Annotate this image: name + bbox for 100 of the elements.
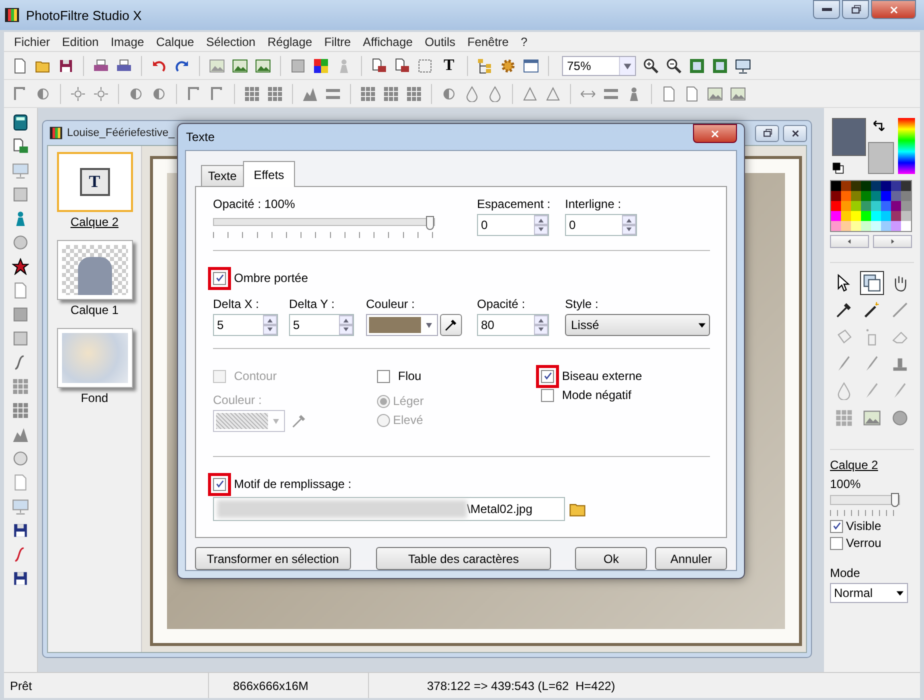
- square-icon[interactable]: [12, 186, 29, 203]
- picture-icon[interactable]: [255, 58, 271, 74]
- half-circle-icon[interactable]: [35, 86, 51, 102]
- tiles-icon[interactable]: [12, 402, 29, 419]
- opacity-slider[interactable]: [830, 495, 900, 505]
- transform-selection-button[interactable]: Transformer en sélection: [195, 547, 351, 570]
- picture-icon[interactable]: [863, 408, 881, 426]
- color-swatch[interactable]: [851, 221, 861, 231]
- corner-icon[interactable]: [12, 86, 28, 102]
- menu-item[interactable]: ?: [514, 34, 534, 48]
- tiles-icon[interactable]: [360, 86, 376, 102]
- color-swatch[interactable]: [861, 191, 871, 201]
- slider-thumb[interactable]: [426, 216, 434, 230]
- tab[interactable]: Effets: [242, 161, 296, 187]
- tiles-icon[interactable]: [244, 86, 260, 102]
- layer-name[interactable]: Fond: [80, 391, 108, 405]
- text-selection-tool-button[interactable]: [860, 270, 884, 294]
- picture-icon[interactable]: [707, 86, 723, 102]
- bevel-checkbox[interactable]: [541, 370, 554, 382]
- color-swatch[interactable]: [841, 221, 851, 231]
- zoom-in-icon[interactable]: [643, 58, 659, 74]
- layer-name[interactable]: Calque 1: [70, 303, 119, 317]
- color-grid-icon[interactable]: [313, 58, 329, 74]
- window-icon[interactable]: [523, 58, 539, 74]
- half-circle-icon[interactable]: [441, 86, 457, 102]
- background-color-swatch[interactable]: [868, 142, 894, 174]
- color-swatch[interactable]: [851, 201, 861, 211]
- frame-icon[interactable]: [712, 58, 728, 74]
- text-tool-button[interactable]: T: [440, 56, 458, 74]
- triangle-icon[interactable]: [545, 86, 561, 102]
- half-circle-icon[interactable]: [151, 86, 167, 102]
- histogram-icon[interactable]: [302, 86, 318, 102]
- pattern-path-field[interactable]: \Metal02.jpg: [213, 497, 565, 521]
- color-swatch[interactable]: [891, 201, 901, 211]
- menu-item[interactable]: Affichage: [356, 34, 419, 48]
- magic-wand-icon[interactable]: [863, 300, 881, 318]
- small-squares-icon[interactable]: [832, 162, 844, 174]
- color-swatch[interactable]: [871, 181, 881, 191]
- color-swatch[interactable]: [871, 201, 881, 211]
- document-icon[interactable]: [661, 86, 677, 102]
- gear-icon[interactable]: [500, 58, 516, 74]
- square-icon[interactable]: [290, 58, 306, 74]
- line-icon[interactable]: [891, 300, 909, 318]
- circle-icon[interactable]: [12, 450, 29, 467]
- layer-name[interactable]: Calque 2: [70, 215, 119, 229]
- menu-item[interactable]: Image: [104, 34, 150, 48]
- color-swatch[interactable]: [851, 181, 861, 191]
- tiles-icon[interactable]: [383, 86, 399, 102]
- document-icon[interactable]: [684, 86, 700, 102]
- layer-name[interactable]: Calque 2: [830, 449, 914, 472]
- color-swatch[interactable]: [841, 191, 851, 201]
- frame-icon[interactable]: [689, 58, 705, 74]
- color-swatch[interactable]: [881, 221, 891, 231]
- slider-thumb[interactable]: [891, 493, 899, 507]
- menu-item[interactable]: Sélection: [200, 34, 262, 48]
- minimize-button[interactable]: [813, 0, 840, 19]
- tab[interactable]: Texte: [201, 165, 244, 186]
- checkbox-label[interactable]: Verrou: [846, 536, 882, 550]
- color-swatch[interactable]: [891, 191, 901, 201]
- color-swatch[interactable]: [861, 221, 871, 231]
- checkbox-label[interactable]: Ombre portée: [234, 271, 308, 285]
- color-swatch[interactable]: [901, 191, 911, 201]
- tree-icon[interactable]: [477, 58, 493, 74]
- printer-icon[interactable]: [93, 58, 109, 74]
- blend-mode-dropdown[interactable]: Normal: [830, 583, 908, 603]
- color-swatch[interactable]: [831, 221, 841, 231]
- film-document-icon[interactable]: [12, 138, 29, 155]
- color-swatch[interactable]: [831, 181, 841, 191]
- negative-mode-checkbox[interactable]: [541, 388, 554, 402]
- close-button[interactable]: [783, 124, 807, 142]
- zoom-dropdown[interactable]: 75%: [562, 56, 636, 76]
- color-swatch[interactable]: [901, 211, 911, 221]
- color-swatch[interactable]: [901, 201, 911, 211]
- character-table-button[interactable]: Table des caractères: [376, 547, 552, 570]
- circle-icon[interactable]: [12, 234, 29, 251]
- cancel-button[interactable]: Annuler: [655, 547, 727, 570]
- color-swatch[interactable]: [851, 211, 861, 221]
- calculator-icon[interactable]: [12, 114, 29, 131]
- square-icon[interactable]: [12, 306, 29, 323]
- menu-item[interactable]: Fichier: [8, 34, 56, 48]
- picture-icon[interactable]: [232, 58, 248, 74]
- menu-item[interactable]: Outils: [418, 34, 462, 48]
- drop-icon[interactable]: [464, 86, 480, 102]
- color-swatch[interactable]: [841, 201, 851, 211]
- layer-thumbnail[interactable]: [56, 328, 132, 388]
- sun-icon[interactable]: [93, 86, 109, 102]
- color-swatch[interactable]: [891, 211, 901, 221]
- shadow-color-dropdown[interactable]: [366, 314, 438, 336]
- film-document-icon[interactable]: [371, 58, 387, 74]
- circle-icon[interactable]: [891, 408, 909, 426]
- triangle-icon[interactable]: [522, 86, 538, 102]
- tiles-icon[interactable]: [12, 378, 29, 395]
- document-icon[interactable]: [12, 282, 29, 299]
- color-swatch[interactable]: [881, 201, 891, 211]
- foreground-color-swatch[interactable]: [832, 118, 866, 156]
- sun-icon[interactable]: [70, 86, 86, 102]
- checkbox-label[interactable]: Visible: [846, 519, 882, 533]
- picture-icon[interactable]: [209, 58, 225, 74]
- shadow-opacity-field[interactable]: 80: [477, 314, 549, 336]
- color-swatch[interactable]: [871, 221, 881, 231]
